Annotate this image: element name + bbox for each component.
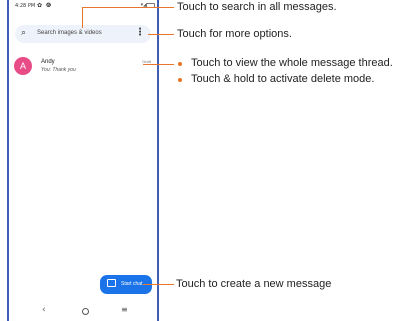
search-callout-connector — [82, 7, 83, 28]
status-time: 4:28 PM — [15, 3, 36, 9]
avatar: A — [14, 57, 32, 75]
conversation-row[interactable]: A Andy You: Thank you Draft — [13, 57, 153, 81]
search-bar[interactable]: ⌕ Search images & videos ⋮ — [15, 25, 151, 43]
start-chat-label: Start chat — [121, 281, 143, 287]
delete-mode-callout: Touch & hold to activate delete mode. — [191, 73, 375, 85]
search-input[interactable]: Search images & videos — [37, 30, 102, 36]
navigation-bar: ‹ ≡ — [9, 305, 157, 319]
search-callout-line — [82, 7, 174, 8]
more-options-icon[interactable]: ⋮ — [135, 27, 145, 38]
new-message-callout-line — [143, 284, 174, 285]
notification-icons: ✿ ❻ — [37, 2, 53, 9]
thread-callout-line — [143, 64, 174, 65]
message-preview: You: Thank you — [41, 67, 76, 73]
search-icon[interactable]: ⌕ — [21, 28, 26, 38]
bullet — [178, 78, 182, 82]
contact-name: Andy — [41, 59, 55, 65]
search-callout: Touch to search in all messages. — [177, 1, 337, 13]
new-message-callout: Touch to create a new message — [176, 278, 332, 290]
more-callout-line — [148, 34, 174, 35]
phone-screen: 4:28 PM ✿ ❻ ▾◢ ⌕ Search images & videos … — [7, 0, 159, 321]
bullet — [178, 62, 182, 66]
more-options-callout: Touch for more options. — [177, 28, 292, 40]
view-thread-callout: Touch to view the whole message thread. — [191, 57, 393, 69]
chat-icon — [107, 279, 116, 287]
recent-apps-icon[interactable]: ≡ — [121, 305, 128, 314]
home-icon[interactable] — [82, 308, 89, 315]
back-icon[interactable]: ‹ — [42, 305, 46, 315]
